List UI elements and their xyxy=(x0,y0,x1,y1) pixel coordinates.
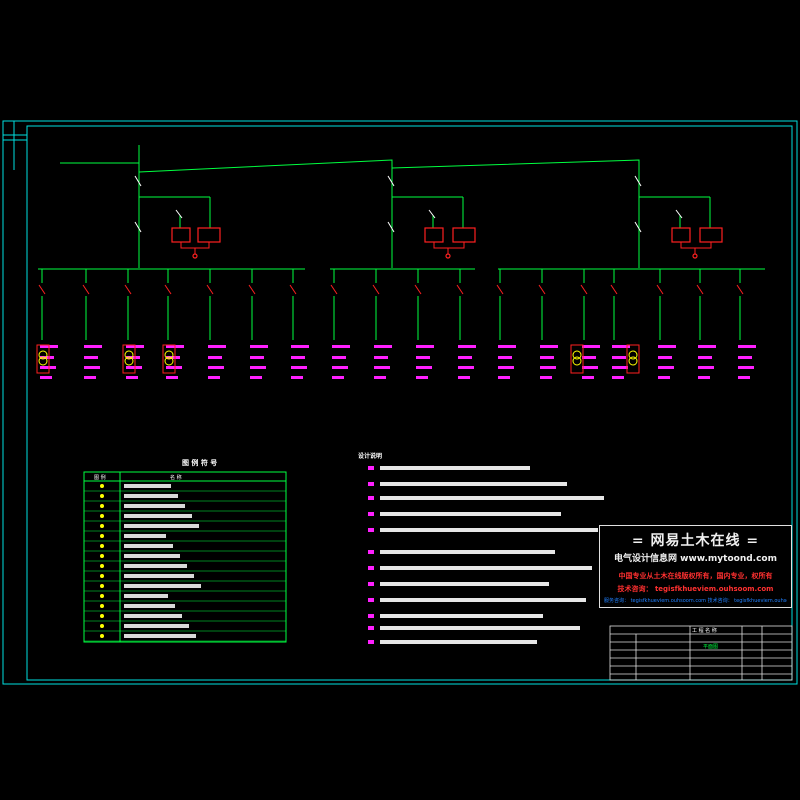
electrical-schematic-drawing xyxy=(2,120,798,685)
stamp-line-5: 服务咨询： tegisfkhueviem.ouhsoom.com 技术咨询： t… xyxy=(604,598,787,604)
legend-header-symbol: 图 例 xyxy=(94,475,106,481)
legend-symbol-icon xyxy=(100,494,104,498)
legend-text-placeholder xyxy=(124,504,185,508)
legend-symbol-icon xyxy=(100,574,104,578)
note-bullet-icon xyxy=(368,598,374,602)
note-bullet-icon xyxy=(368,496,374,500)
note-bullet-icon xyxy=(368,512,374,516)
legend-text-placeholder xyxy=(124,494,178,498)
note-bullet-icon xyxy=(368,466,374,470)
stamp-line-3: 中国专业从土木在线版权所有，国内专业，权所有 xyxy=(618,572,773,580)
legend-text-placeholder xyxy=(124,544,173,548)
branch-circuit xyxy=(538,269,558,379)
legend-text-placeholder xyxy=(124,564,187,568)
watermark-stamp: = 网易土木在线 = 电气设计信息网 www.mytoond.com 中国专业从… xyxy=(599,525,792,608)
legend-text-placeholder xyxy=(124,634,196,638)
note-bullet-icon xyxy=(368,626,374,630)
note-line xyxy=(380,512,561,516)
legend-symbol-icon xyxy=(100,564,104,568)
legend-text-placeholder xyxy=(124,514,192,518)
note-line xyxy=(380,496,604,500)
note-bullet-icon xyxy=(368,614,374,618)
legend-symbol-icon xyxy=(100,594,104,598)
transformer-symbol xyxy=(570,344,584,374)
legend-text-placeholder xyxy=(124,614,182,618)
legend-symbol-icon xyxy=(100,604,104,608)
legend-symbol-icon xyxy=(100,624,104,628)
drawing-name: 平面图 xyxy=(703,644,719,650)
legend-symbol-icon xyxy=(100,554,104,558)
branch-circuit xyxy=(82,269,102,379)
note-bullet-icon xyxy=(368,640,374,644)
legend-symbol-icon xyxy=(100,484,104,488)
note-bullet-icon xyxy=(368,582,374,586)
note-line xyxy=(380,626,580,630)
legend-text-placeholder xyxy=(124,574,194,578)
control-box-wires xyxy=(180,242,712,254)
note-line xyxy=(380,528,598,532)
stamp-line-4: 技术咨询： tegisfkhueviem.ouhsoom.com xyxy=(617,585,774,593)
branch-circuit xyxy=(736,269,756,379)
stamp-subtitle: 电气设计信息网 www.mytoond.com xyxy=(614,554,777,564)
note-line xyxy=(380,640,537,644)
branch-circuit xyxy=(496,269,516,379)
title-block xyxy=(609,625,793,681)
note-line xyxy=(380,550,555,554)
note-bullet-icon xyxy=(368,566,374,570)
branch-circuit xyxy=(696,269,716,379)
note-line xyxy=(380,466,530,470)
legend-symbol-icon xyxy=(100,514,104,518)
note-bullet-icon xyxy=(368,482,374,486)
legend-text-placeholder xyxy=(124,594,168,598)
legend-symbol-icon xyxy=(100,534,104,538)
note-line xyxy=(380,614,543,618)
stamp-title: = 网易土木在线 = xyxy=(631,533,760,549)
note-line xyxy=(380,598,586,602)
design-notes xyxy=(368,466,604,644)
legend-text-placeholder xyxy=(124,624,189,628)
legend-text-placeholder xyxy=(124,554,180,558)
note-bullet-icon xyxy=(368,528,374,532)
branch-circuit xyxy=(206,269,226,379)
note-line xyxy=(380,582,549,586)
legend-text-placeholder xyxy=(124,604,175,608)
notes-title: 设计说明 xyxy=(358,453,383,460)
legend-text-placeholder xyxy=(124,534,166,538)
branch-circuit xyxy=(330,269,350,379)
branch-circuit xyxy=(248,269,268,379)
project-name-label: 工 程 名 称 xyxy=(692,628,717,634)
legend-title: 图 例 符 号 xyxy=(182,459,218,467)
branch-circuit xyxy=(289,269,309,379)
branch-circuits xyxy=(36,269,756,379)
legend-symbol-icon xyxy=(100,504,104,508)
legend-table xyxy=(83,471,287,643)
note-bullet-icon xyxy=(368,550,374,554)
legend-symbol-icon xyxy=(100,544,104,548)
legend-header-name: 名 称 xyxy=(170,475,182,481)
branch-circuit xyxy=(656,269,676,379)
legend-symbol-icon xyxy=(100,614,104,618)
note-line xyxy=(380,566,592,570)
main-feeders xyxy=(38,145,765,270)
legend-text-placeholder xyxy=(124,484,171,488)
legend-symbol-icon xyxy=(100,524,104,528)
branch-circuit xyxy=(580,269,600,379)
transformer-symbol xyxy=(626,344,640,374)
legend-text-placeholder xyxy=(124,524,199,528)
branch-circuit xyxy=(456,269,476,379)
legend-symbol-icon xyxy=(100,584,104,588)
branch-circuit xyxy=(414,269,434,379)
main-breakers xyxy=(134,175,683,233)
note-line xyxy=(380,482,567,486)
legend-symbol-icon xyxy=(100,634,104,638)
branch-circuit xyxy=(372,269,392,379)
legend-text-placeholder xyxy=(124,584,201,588)
